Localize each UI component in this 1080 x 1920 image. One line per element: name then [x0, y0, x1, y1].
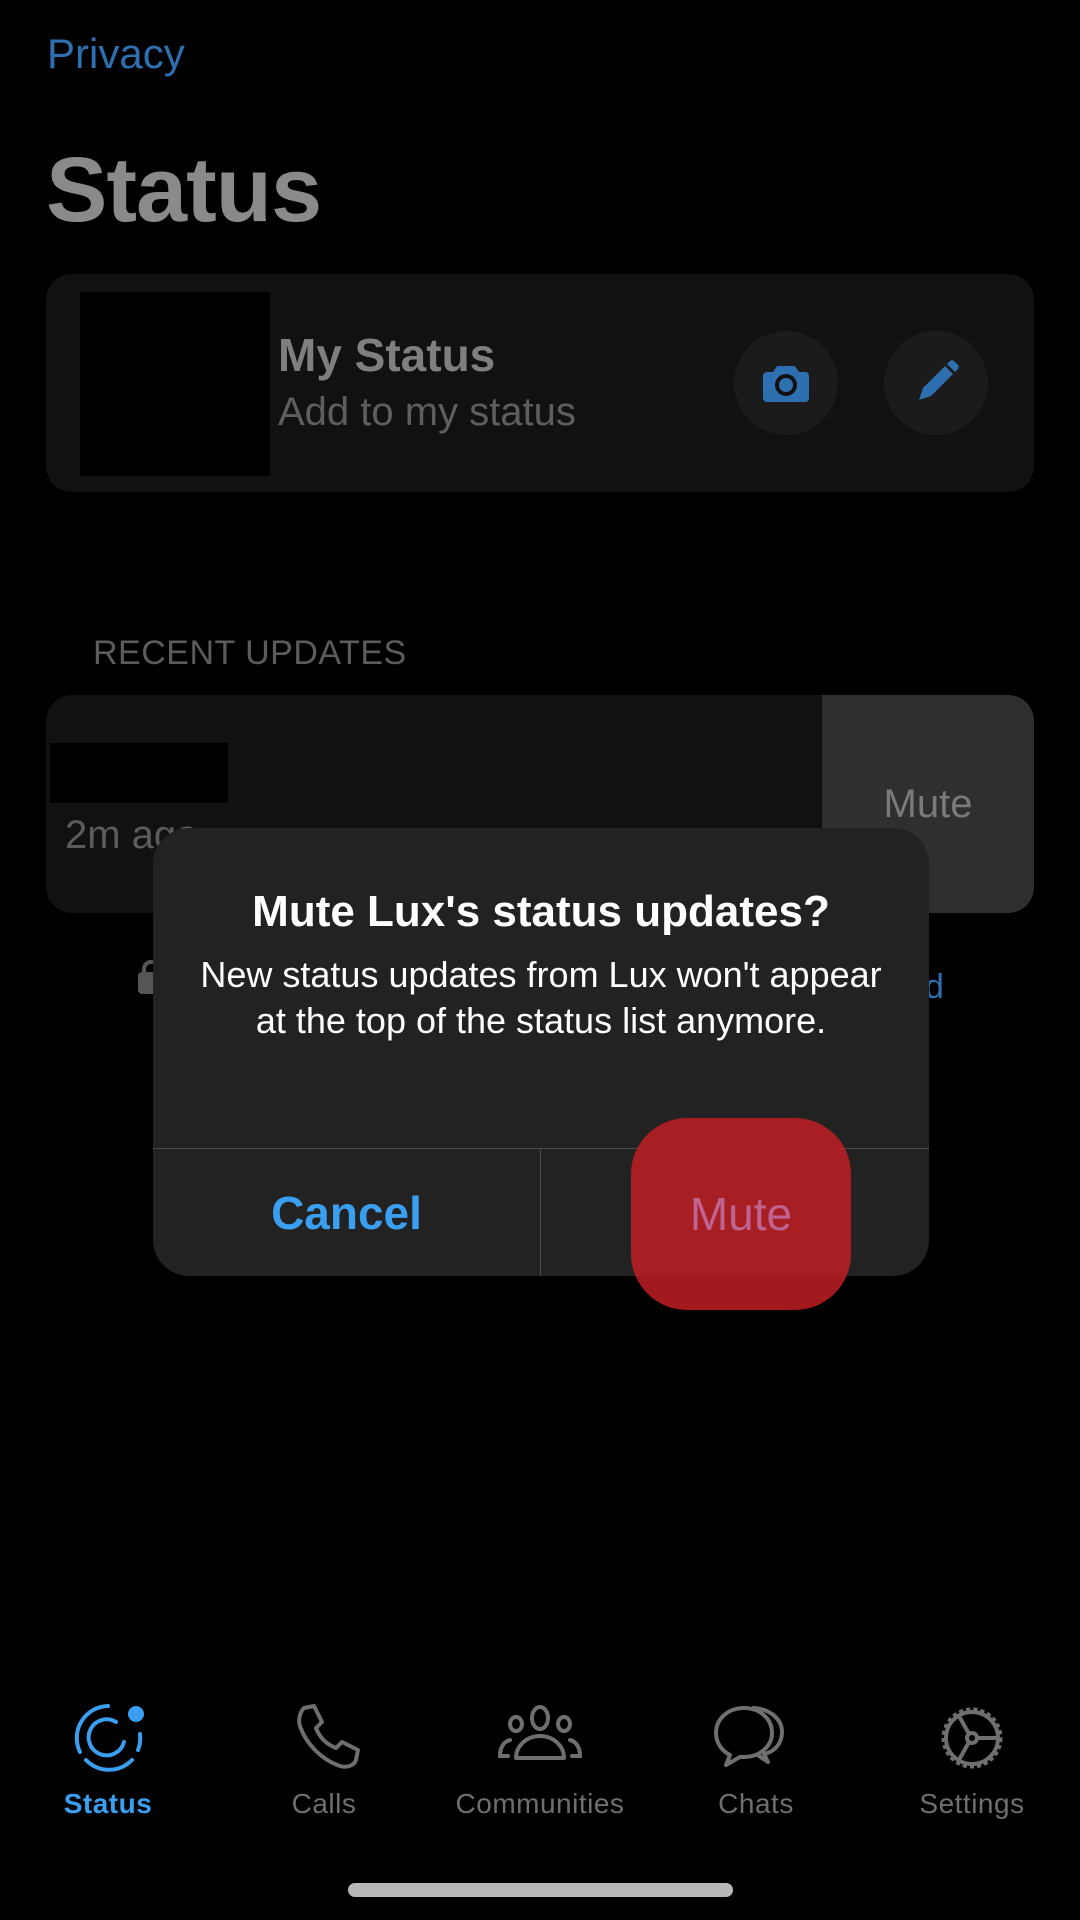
- home-indicator[interactable]: [348, 1883, 733, 1897]
- contact-name-redacted: [50, 743, 228, 803]
- tab-settings[interactable]: Settings: [864, 1690, 1080, 1840]
- tab-label: Status: [63, 1788, 153, 1819]
- tab-chats[interactable]: Chats: [648, 1690, 864, 1840]
- dialog-message: New status updates from Lux won't appear…: [200, 954, 882, 1041]
- phone-icon: [297, 1704, 360, 1769]
- back-button-privacy[interactable]: Privacy: [47, 30, 185, 78]
- tab-calls[interactable]: Calls: [216, 1690, 432, 1840]
- page-title: Status: [46, 139, 322, 241]
- status-icon: [74, 1704, 144, 1772]
- recent-updates-header: RECENT UPDATES: [93, 634, 407, 672]
- gear-icon: [941, 1707, 1003, 1769]
- tab-label: Communities: [455, 1788, 625, 1819]
- my-status-card[interactable]: My Status Add to my status: [46, 274, 1034, 492]
- tab-status[interactable]: Status: [0, 1690, 216, 1840]
- communities-icon: [497, 1705, 583, 1760]
- pencil-icon: [919, 360, 959, 400]
- tab-bar: Status Calls Communities Chats Settings: [0, 1690, 1080, 1840]
- tab-label: Settings: [919, 1788, 1025, 1819]
- tab-communities[interactable]: Communities: [432, 1690, 648, 1840]
- cancel-button[interactable]: Cancel: [153, 1149, 540, 1276]
- tab-label: Calls: [291, 1788, 357, 1819]
- camera-icon: [763, 366, 809, 402]
- tab-label: Chats: [718, 1788, 794, 1819]
- avatar: [80, 292, 270, 476]
- camera-button[interactable]: [734, 331, 838, 435]
- my-status-name: My Status: [278, 329, 496, 381]
- mute-confirm-button[interactable]: Mute: [631, 1118, 851, 1310]
- chats-icon: [714, 1706, 784, 1767]
- my-status-subtitle: Add to my status: [278, 390, 576, 434]
- pencil-button[interactable]: [884, 331, 988, 435]
- dialog-title: Mute Lux's status updates?: [252, 887, 830, 936]
